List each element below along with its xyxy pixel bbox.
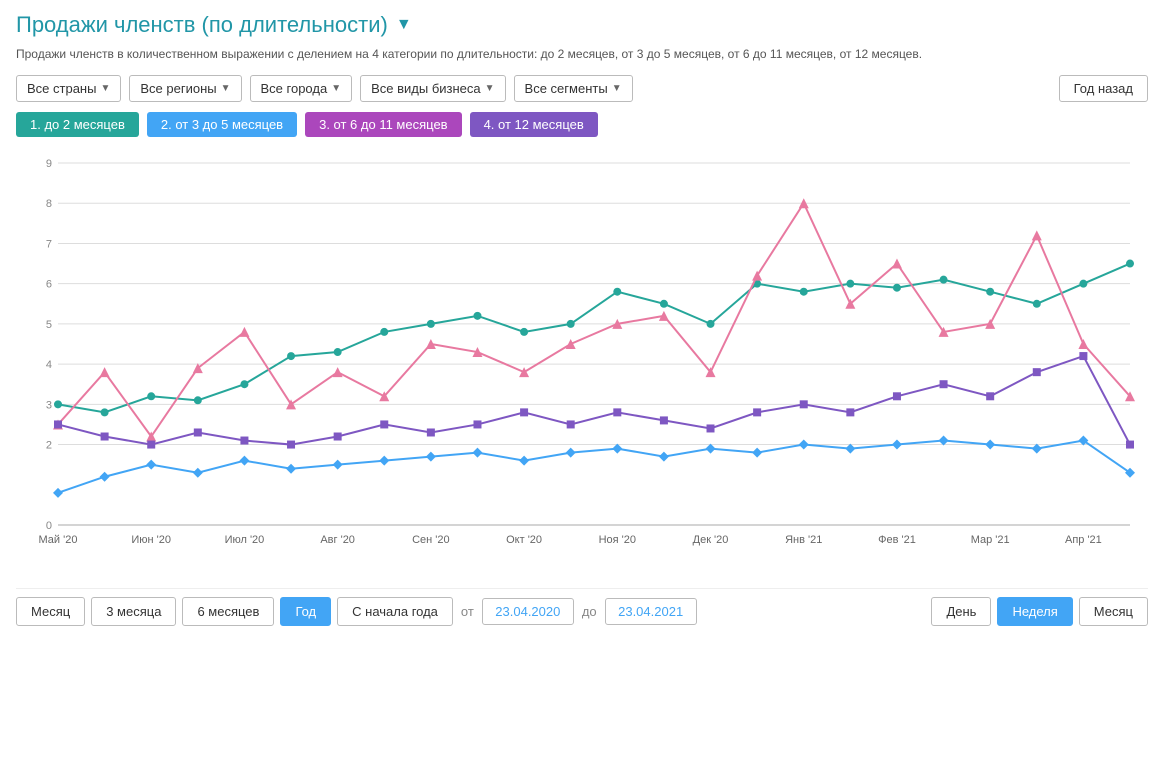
three-month-button[interactable]: 3 месяца — [91, 597, 176, 626]
legend-item-3[interactable]: 3. от 6 до 11 месяцев — [305, 112, 461, 137]
title-dropdown-icon[interactable]: ▼ — [396, 16, 412, 34]
bottom-controls: Месяц 3 месяца 6 месяцев Год С начала го… — [16, 588, 1148, 634]
to-label: до — [580, 604, 599, 619]
filter-cities[interactable]: Все города ▼ — [250, 75, 353, 102]
ytd-button[interactable]: С начала года — [337, 597, 453, 626]
svg-text:Май '20: Май '20 — [39, 534, 78, 546]
svg-text:Сен '20: Сен '20 — [412, 534, 450, 546]
filter-regions[interactable]: Все регионы ▼ — [129, 75, 241, 102]
date-from-input[interactable] — [482, 598, 574, 625]
svg-text:Дек '20: Дек '20 — [693, 534, 729, 546]
six-month-button[interactable]: 6 месяцев — [182, 597, 274, 626]
month-button[interactable]: Месяц — [16, 597, 85, 626]
svg-text:7: 7 — [46, 238, 52, 250]
svg-text:Авг '20: Авг '20 — [320, 534, 355, 546]
segments-arrow-icon: ▼ — [612, 83, 622, 94]
svg-text:2: 2 — [46, 439, 52, 451]
chart-legend: 1. до 2 месяцев 2. от 3 до 5 месяцев 3. … — [16, 112, 1148, 137]
legend-item-4[interactable]: 4. от 12 месяцев — [470, 112, 598, 137]
regions-arrow-icon: ▼ — [221, 83, 231, 94]
svg-text:Янв '21: Янв '21 — [785, 534, 822, 546]
svg-text:5: 5 — [46, 319, 52, 331]
main-chart: 0 2 3 4 5 6 7 8 9 Май '20 Июн '20 Июл '20 Авг '20 Сен… — [16, 147, 1148, 580]
svg-text:Июл '20: Июл '20 — [225, 534, 265, 546]
svg-text:6: 6 — [46, 278, 52, 290]
legend-item-2[interactable]: 2. от 3 до 5 месяцев — [147, 112, 297, 137]
svg-text:Фев '21: Фев '21 — [878, 534, 916, 546]
date-to-input[interactable] — [605, 598, 697, 625]
page-title: Продажи членств (по длительности) — [16, 12, 388, 38]
month-end-button[interactable]: Месяц — [1079, 597, 1148, 626]
svg-text:3: 3 — [46, 399, 52, 411]
legend-item-1[interactable]: 1. до 2 месяцев — [16, 112, 139, 137]
filter-segments[interactable]: Все сегменты ▼ — [514, 75, 633, 102]
week-button[interactable]: Неделя — [997, 597, 1072, 626]
svg-text:Мар '21: Мар '21 — [971, 534, 1010, 546]
svg-text:Апр '21: Апр '21 — [1065, 534, 1102, 546]
countries-arrow-icon: ▼ — [100, 83, 110, 94]
period-button[interactable]: Год назад — [1059, 75, 1148, 102]
year-button[interactable]: Год — [280, 597, 331, 626]
filter-countries[interactable]: Все страны ▼ — [16, 75, 121, 102]
svg-text:0: 0 — [46, 520, 52, 532]
svg-text:Окт '20: Окт '20 — [506, 534, 542, 546]
filter-business[interactable]: Все виды бизнеса ▼ — [360, 75, 505, 102]
svg-text:9: 9 — [46, 158, 52, 170]
from-label: от — [459, 604, 476, 619]
svg-text:Июн '20: Июн '20 — [131, 534, 171, 546]
day-button[interactable]: День — [931, 597, 991, 626]
cities-arrow-icon: ▼ — [331, 83, 341, 94]
svg-text:4: 4 — [46, 359, 52, 371]
filters-row: Все страны ▼ Все регионы ▼ Все города ▼ … — [16, 75, 1148, 102]
svg-text:Ноя '20: Ноя '20 — [599, 534, 636, 546]
page-subtitle: Продажи членств в количественном выражен… — [16, 46, 1148, 63]
svg-text:8: 8 — [46, 198, 52, 210]
business-arrow-icon: ▼ — [485, 83, 495, 94]
